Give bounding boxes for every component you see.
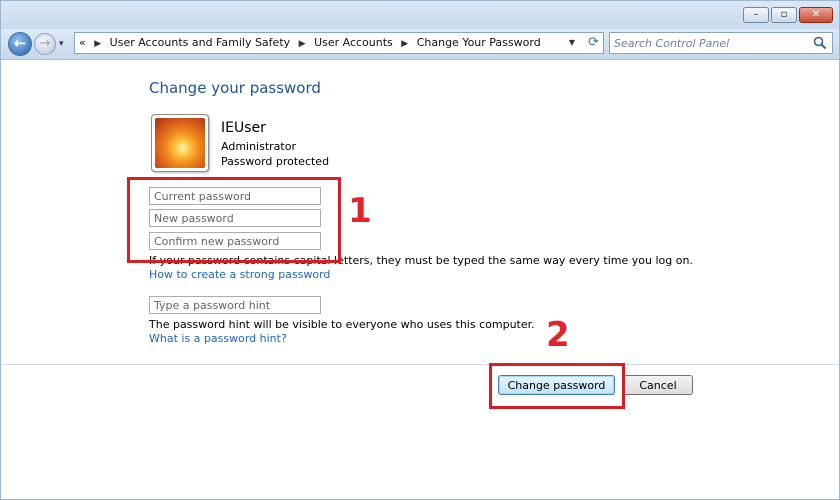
user-password-status: Password protected xyxy=(221,155,330,168)
refresh-icon[interactable]: ⟳ xyxy=(588,33,599,53)
main-content: Change your password IEUser Administrato… xyxy=(1,60,839,499)
back-arrow-icon: ← xyxy=(13,34,27,52)
hint-visibility-note: The password hint will be visible to eve… xyxy=(149,318,535,331)
user-role: Administrator xyxy=(221,140,296,153)
breadcrumb: « ▶ User Accounts and Family Safety ▶ Us… xyxy=(79,33,541,54)
back-button[interactable]: ← xyxy=(8,32,32,56)
page-title: Change your password xyxy=(149,79,321,97)
minimize-icon: – xyxy=(753,9,759,20)
close-icon: ✕ xyxy=(811,9,821,20)
breadcrumb-separator-icon[interactable]: ▶ xyxy=(94,39,101,49)
annotation-step-2: 2 xyxy=(546,315,570,355)
search-box[interactable] xyxy=(609,32,833,54)
annotation-step-1: 1 xyxy=(348,191,372,231)
user-name: IEUser xyxy=(221,120,266,136)
title-bar: – ▫ ✕ xyxy=(1,1,839,29)
cancel-button[interactable]: Cancel xyxy=(623,375,693,395)
divider xyxy=(1,364,839,365)
control-panel-window: – ▫ ✕ ← → ▾ « ▶ User Accounts and Family… xyxy=(0,0,840,500)
navigation-bar: ← → ▾ « ▶ User Accounts and Family Safet… xyxy=(1,29,839,60)
avatar xyxy=(151,114,209,172)
strong-password-link[interactable]: How to create a strong password xyxy=(149,268,330,281)
close-button[interactable]: ✕ xyxy=(799,7,833,23)
breadcrumb-overflow[interactable]: « xyxy=(79,36,86,49)
address-bar[interactable]: « ▶ User Accounts and Family Safety ▶ Us… xyxy=(74,32,604,54)
breadcrumb-item-user-accounts[interactable]: User Accounts xyxy=(314,36,393,49)
recent-pages-dropdown[interactable]: ▾ xyxy=(59,39,64,49)
search-icon[interactable] xyxy=(813,36,827,50)
annotation-box-change-button xyxy=(489,363,625,409)
password-hint-field[interactable] xyxy=(149,296,321,314)
address-dropdown-icon[interactable]: ▼ xyxy=(569,33,575,53)
forward-arrow-icon: → xyxy=(39,36,51,51)
maximize-icon: ▫ xyxy=(780,9,788,20)
search-input[interactable] xyxy=(614,35,804,51)
minimize-button[interactable]: – xyxy=(743,7,769,23)
flower-picture-icon xyxy=(155,118,205,168)
breadcrumb-separator-icon[interactable]: ▶ xyxy=(401,39,408,49)
maximize-button[interactable]: ▫ xyxy=(771,7,797,23)
password-hint-link[interactable]: What is a password hint? xyxy=(149,332,287,345)
forward-button[interactable]: → xyxy=(34,33,56,55)
breadcrumb-separator-icon[interactable]: ▶ xyxy=(299,39,306,49)
annotation-box-password-fields xyxy=(127,177,341,263)
breadcrumb-item-user-accounts-family-safety[interactable]: User Accounts and Family Safety xyxy=(110,36,290,49)
breadcrumb-item-change-your-password[interactable]: Change Your Password xyxy=(417,36,541,49)
